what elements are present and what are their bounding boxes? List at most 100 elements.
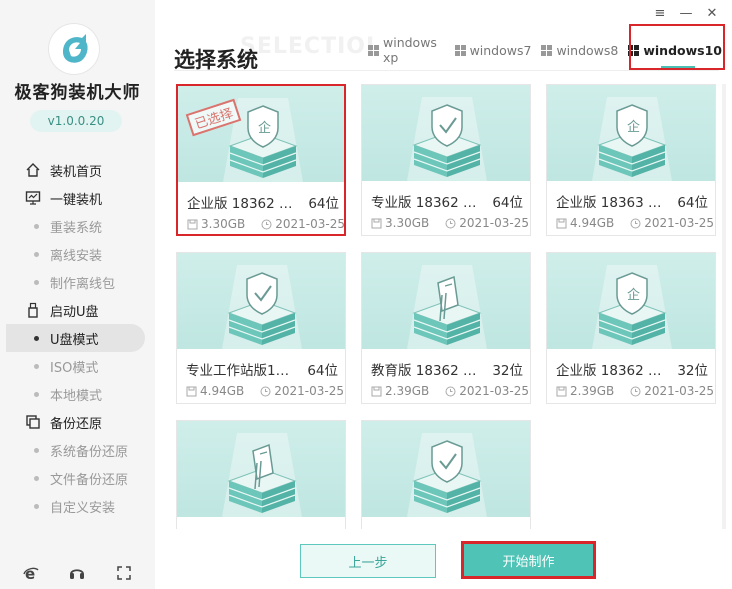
system-card[interactable]: 教育版 18362 19... 32位 2.39GB 2021-03-25: [361, 252, 531, 404]
bit-label: 32位: [492, 363, 523, 379]
disk-icon: [186, 386, 197, 397]
sidebar-subitem-10[interactable]: 系统备份还原: [0, 436, 155, 464]
card-title: 教育版 18362 19... 32位: [371, 359, 523, 379]
system-card[interactable]: 企已选择 企业版 18362 19... 64位 3.30GB 2021-03-25: [176, 84, 346, 236]
sidebar-item-5[interactable]: 启动U盘: [0, 296, 155, 324]
system-card[interactable]: 专业版 18362 19... 64位 3.30GB 2021-03-25: [361, 84, 531, 236]
scrollbar[interactable]: [722, 84, 726, 529]
windows-logo-icon: [368, 44, 379, 56]
release-date: 2021-03-25: [644, 384, 714, 398]
shield-icon: 企: [547, 97, 715, 181]
disk-icon: [187, 219, 198, 230]
browser-icon[interactable]: e: [22, 564, 40, 582]
sidebar-nav: 装机首页一键装机重装系统离线安装 制作离线包启动U盘 U盘模式 ISO模式本地模式备份…: [0, 156, 155, 520]
book-icon: [177, 433, 345, 517]
clock-icon: [261, 219, 272, 230]
edition-name: 教育版 18362 19...: [371, 363, 481, 379]
system-card[interactable]: [361, 420, 531, 529]
clock-icon: [260, 386, 271, 397]
os-cover-image: 企: [547, 253, 715, 349]
version-badge: v1.0.0.20: [30, 110, 122, 132]
clock-icon: [630, 386, 641, 397]
sidebar-item-label: 系统备份还原: [50, 444, 129, 460]
os-cover-image: [362, 85, 530, 181]
shield-icon: 企: [547, 265, 715, 349]
tab-0[interactable]: windows xp: [368, 35, 445, 65]
sidebar-item-label: 装机首页: [50, 164, 103, 180]
edition-name: 专业工作站版183...: [186, 363, 296, 379]
edition-name: 企业版 18362 19...: [187, 196, 297, 212]
sidebar-item-label: ISO模式: [50, 360, 99, 376]
sidebar-item-9[interactable]: 备份还原: [0, 408, 155, 436]
app-title: 极客狗装机大师: [14, 83, 141, 103]
file-size: 2.39GB: [570, 384, 615, 398]
os-cover-image: 企: [178, 86, 344, 182]
start-button[interactable]: 开始制作: [461, 541, 596, 579]
card-title: 专业版 18362 19... 64位: [371, 191, 523, 211]
bullet-dot-icon: [34, 251, 39, 257]
file-size: 2.39GB: [385, 384, 430, 398]
bit-label: 64位: [307, 363, 338, 379]
bit-label: 64位: [308, 196, 339, 212]
bullet-dot-icon: [34, 475, 39, 481]
sidebar-subitem-8[interactable]: 本地模式: [0, 380, 155, 408]
system-card[interactable]: 专业工作站版183... 64位 4.94GB 2021-03-25: [176, 252, 346, 404]
release-date: 2021-03-25: [274, 384, 344, 398]
sidebar-item-1[interactable]: 一键装机: [0, 184, 155, 212]
system-card[interactable]: 企企业版 18362 19... 32位 2.39GB 2021-03-25: [546, 252, 716, 404]
file-size: 4.94GB: [570, 216, 615, 230]
tab-2[interactable]: windows8: [541, 43, 618, 58]
os-cover-image: [177, 253, 345, 349]
sidebar-item-label: 文件备份还原: [50, 472, 129, 488]
windows-logo-icon: [454, 44, 466, 56]
fullscreen-icon[interactable]: [115, 564, 133, 582]
sidebar-subitem-4[interactable]: 制作离线包: [0, 268, 155, 296]
clock-icon: [445, 386, 456, 397]
prev-button[interactable]: 上一步: [300, 544, 436, 578]
sidebar-item-label: 重装系统: [50, 220, 103, 236]
card-title: 企业版 18363 19... 64位: [556, 191, 708, 211]
title-watermark: SELECTIOI: [240, 34, 376, 59]
sidebar-item-label: 启动U盘: [50, 304, 99, 320]
clock-icon: [445, 218, 456, 229]
support-headset-icon[interactable]: [68, 564, 86, 582]
sidebar-subitem-11[interactable]: 文件备份还原: [0, 464, 155, 492]
bit-label: 64位: [677, 195, 708, 211]
clock-icon: [630, 218, 641, 229]
minimize-icon[interactable]: —: [678, 6, 694, 21]
disk-icon: [556, 218, 567, 229]
system-card[interactable]: 企企业版 18363 19... 64位 4.94GB 2021-03-25: [546, 84, 716, 236]
home-icon: [24, 161, 42, 179]
sidebar-subitem-2[interactable]: 重装系统: [0, 212, 155, 240]
sidebar-subitem-6[interactable]: U盘模式: [6, 324, 145, 352]
header-divider: [174, 70, 719, 71]
close-icon[interactable]: ✕: [704, 6, 720, 21]
usb-icon: [24, 301, 42, 319]
shield-check-icon: [362, 433, 530, 517]
system-card[interactable]: [176, 420, 346, 529]
dog-logo-icon: [63, 34, 88, 63]
edition-name: 专业版 18362 19...: [371, 195, 481, 211]
sidebar-subitem-12[interactable]: 自定义安装: [0, 492, 155, 520]
sidebar-item-label: 一键装机: [50, 192, 103, 208]
release-date: 2021-03-25: [275, 217, 345, 231]
tab-label: windows7: [469, 42, 532, 58]
card-meta: 4.94GB 2021-03-25: [186, 384, 344, 398]
backup-icon: [24, 413, 42, 431]
sidebar-subitem-7[interactable]: ISO模式: [0, 352, 155, 380]
card-meta: 2.39GB 2021-03-25: [556, 384, 714, 398]
sidebar-footer: e: [0, 564, 155, 582]
sidebar-item-0[interactable]: 装机首页: [0, 156, 155, 184]
shield-check-icon: [177, 265, 345, 349]
svg-text:e: e: [25, 565, 35, 581]
card-title: 专业工作站版183... 64位: [186, 359, 338, 379]
menu-icon[interactable]: ≡: [652, 6, 668, 21]
bullet-dot-icon: [34, 447, 39, 453]
sidebar-item-label: 本地模式: [50, 388, 103, 404]
sidebar-subitem-3[interactable]: 离线安装: [0, 240, 155, 268]
card-meta: 4.94GB 2021-03-25: [556, 216, 714, 230]
tab-1[interactable]: windows7: [454, 42, 532, 58]
disk-icon: [371, 386, 382, 397]
card-title: 企业版 18362 19... 32位: [556, 359, 708, 379]
release-date: 2021-03-25: [459, 216, 529, 230]
